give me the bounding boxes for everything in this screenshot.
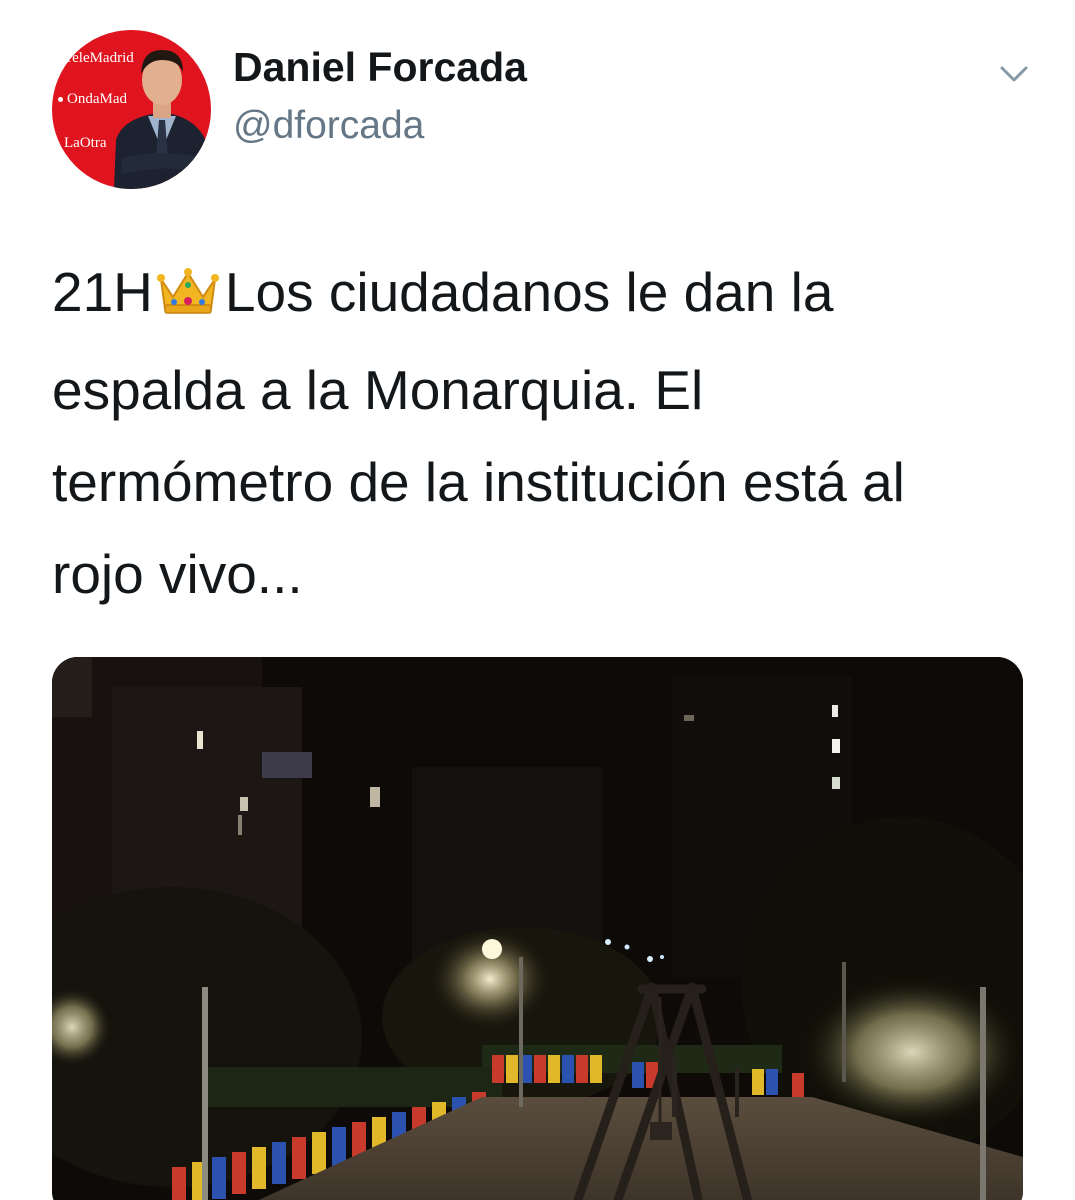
author-name[interactable]: Daniel Forcada: [233, 44, 527, 91]
tweet-text: 21H Los ciudadanos le dan la espalda a l…: [52, 246, 1042, 620]
tweet-line-4: rojo vivo...: [52, 543, 303, 605]
night-playground-image: [52, 657, 1023, 1200]
tweet-line-1-text: Los ciudadanos le dan la: [224, 261, 834, 323]
tweet-media-video[interactable]: [52, 657, 1023, 1200]
tweet-card: TeleMadrid OndaMad LaOtra Daniel Forcada…: [0, 0, 1075, 1200]
tweet-line-2: espalda a la Monarquia. El: [52, 359, 704, 421]
crown-icon: [156, 252, 219, 344]
author-avatar[interactable]: TeleMadrid OndaMad LaOtra: [52, 30, 211, 189]
tweet-line-3: termómetro de la institución está al: [52, 451, 905, 513]
tweet-line-1: 21H Los ciudadanos le dan la: [52, 246, 1042, 344]
chevron-down-icon[interactable]: [992, 58, 1036, 88]
avatar-portrait: [114, 50, 211, 189]
tweet-lead: 21H: [52, 261, 153, 323]
author-handle[interactable]: @dforcada: [233, 104, 424, 148]
